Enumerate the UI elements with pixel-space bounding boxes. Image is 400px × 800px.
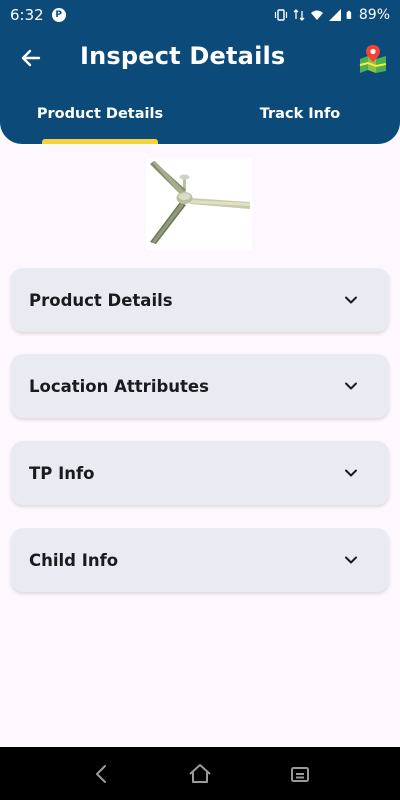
tab-bar: Product Details Track Info [0,94,400,144]
ceiling-fan-image [146,158,252,250]
chevron-down-icon [345,382,357,390]
status-time: 6:32 [10,6,44,24]
app-header: Inspect Details Product Details Track In… [0,30,400,144]
vibrate-icon [274,9,287,21]
arrow-left-icon [21,49,41,67]
map-button[interactable] [358,43,388,73]
wifi-icon [310,10,323,20]
battery-icon [346,10,352,19]
section-title: Child Info [29,550,119,570]
tab-product-details[interactable]: Product Details [0,94,200,144]
status-bar: 6:32 P 89% [0,0,400,30]
chevron-left-icon [96,765,106,783]
back-button[interactable] [18,45,44,71]
signal-icon [328,9,341,21]
chevron-down-icon [345,469,357,477]
system-nav-bar [0,747,400,800]
header-row: Inspect Details [0,30,400,86]
page-title: Inspect Details [80,42,286,70]
home-icon [189,764,211,783]
battery-percent: 89% [358,7,390,23]
status-left: 6:32 P [10,6,66,24]
chevron-down-icon [345,556,357,564]
section-title: Product Details [29,290,173,310]
section-product-details[interactable]: Product Details [11,268,389,332]
map-pin-icon [359,45,387,73]
section-location-attributes[interactable]: Location Attributes [11,354,389,418]
tab-label: Track Info [259,106,341,122]
nav-back-button[interactable] [88,761,114,787]
data-transfer-icon [293,9,305,21]
section-title: TP Info [29,463,95,483]
recents-icon [291,767,309,782]
nav-recents-button[interactable] [287,761,313,787]
product-image [146,158,252,250]
section-tp-info[interactable]: TP Info [11,441,389,505]
tab-track-info[interactable]: Track Info [200,94,400,144]
nav-home-button[interactable] [187,761,213,787]
section-child-info[interactable]: Child Info [11,528,389,592]
status-right: 89% [274,7,390,23]
section-title: Location Attributes [29,376,209,396]
chevron-down-icon [345,296,357,304]
active-tab-indicator [42,139,158,144]
notification-app-icon: P [51,8,66,22]
